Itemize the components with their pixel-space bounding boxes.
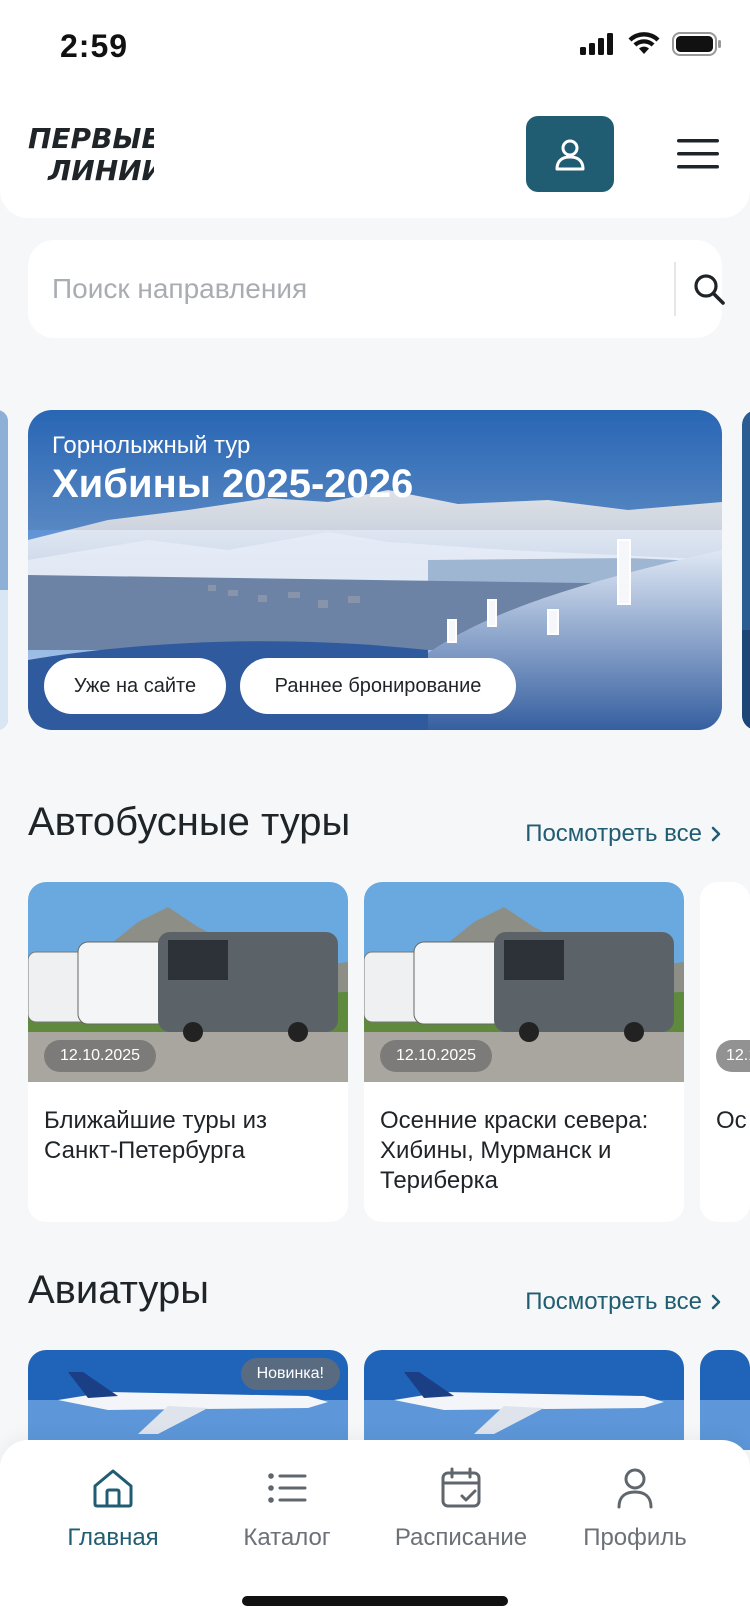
tour-card-title: Осенние краски севера: Хибины, Мурманск … [380, 1107, 649, 1194]
nav-profile[interactable]: Профиль [550, 1464, 720, 1564]
user-icon [555, 139, 585, 171]
tour-date-badge: 12.10.2025 [380, 1040, 493, 1072]
see-all-label: Посмотреть все [525, 820, 702, 847]
avia-tour-card[interactable] [364, 1350, 684, 1450]
home-indicator [242, 1596, 508, 1606]
search-bar [28, 240, 725, 338]
wifi-icon [628, 32, 660, 54]
search-input[interactable] [52, 264, 652, 314]
chip-already-on-site[interactable]: Уже на сайте [44, 658, 226, 714]
avia-tour-card[interactable]: Новинка! [28, 1350, 348, 1450]
profile-icon [617, 1468, 653, 1509]
search-divider [674, 262, 676, 316]
avia-tours-heading: Авиатуры [28, 1268, 209, 1312]
nav-home[interactable]: Главная [28, 1464, 198, 1564]
banner-previous-slide[interactable] [0, 410, 8, 730]
battery-icon [672, 32, 721, 56]
nav-label: Профиль [583, 1524, 687, 1551]
list-icon [268, 1473, 307, 1503]
cellular-signal-icon [580, 33, 613, 55]
bus-tour-card[interactable]: 12.10.2025 Осенние краски севера: Хибины… [364, 882, 684, 1222]
tour-card-title: Ос Хи Тер [716, 1107, 747, 1134]
account-button[interactable] [526, 116, 614, 192]
svg-text:ЛИНИИ: ЛИНИИ [47, 154, 154, 184]
search-button[interactable] [684, 264, 734, 314]
bus-tours-heading: Автобусные туры [28, 800, 351, 844]
chevron-right-icon [711, 826, 721, 842]
nav-label: Расписание [394, 1524, 528, 1551]
bus-tour-card[interactable]: 12.10.2025 Ближайшие туры из Санкт-Петер… [28, 882, 348, 1222]
see-all-label: Посмотреть все [525, 1288, 702, 1315]
hamburger-menu-icon [677, 139, 719, 169]
nav-schedule[interactable]: Расписание [376, 1464, 546, 1564]
status-bar: 2:59 [0, 0, 750, 92]
nav-label: Главная [67, 1524, 159, 1551]
banner-subtitle: Горнолыжный тур [52, 432, 251, 459]
airplane-photo [700, 1350, 750, 1450]
app-header: ПЕРВЫЕ ЛИНИИ [0, 92, 750, 218]
avia-tours-see-all-link[interactable]: Посмотреть все [525, 1288, 722, 1316]
nav-catalog[interactable]: Каталог [202, 1464, 372, 1564]
promo-banner[interactable]: Горнолыжный тур Хибины 2025-2026 Уже на … [28, 410, 722, 730]
nav-label: Каталог [243, 1524, 331, 1551]
svg-text:ПЕРВЫЕ: ПЕРВЫЕ [28, 122, 154, 155]
menu-button[interactable] [672, 132, 724, 176]
bus-tours-see-all-link[interactable]: Посмотреть все [525, 820, 722, 848]
search-icon [694, 274, 725, 305]
status-icons [580, 32, 722, 56]
chevron-right-icon [711, 1294, 721, 1310]
banner-title: Хибины 2025-2026 [52, 462, 414, 506]
app-screen: 2:59 ПЕРВЫЕ ЛИНИИ Поиск направления Горн… [0, 0, 750, 1624]
airplane-photo [364, 1350, 684, 1450]
brand-logo[interactable]: ПЕРВЫЕ ЛИНИИ [28, 120, 154, 184]
calendar-icon [441, 1467, 481, 1508]
tour-date-badge: 12.1 [716, 1040, 750, 1072]
home-icon [93, 1469, 133, 1508]
chip-early-booking[interactable]: Раннее бронирование [240, 658, 516, 714]
bus-tour-card-partial[interactable]: 12.1 Ос Хи Тер [700, 882, 750, 1222]
tour-date-badge: 12.10.2025 [44, 1040, 157, 1072]
avia-tour-card-partial[interactable] [700, 1350, 750, 1450]
banner-next-slide[interactable] [742, 410, 750, 730]
tour-card-title: Ближайшие туры из Санкт-Петербурга [44, 1107, 268, 1164]
new-badge: Новинка! [240, 1358, 340, 1390]
status-time: 2:59 [60, 28, 129, 64]
